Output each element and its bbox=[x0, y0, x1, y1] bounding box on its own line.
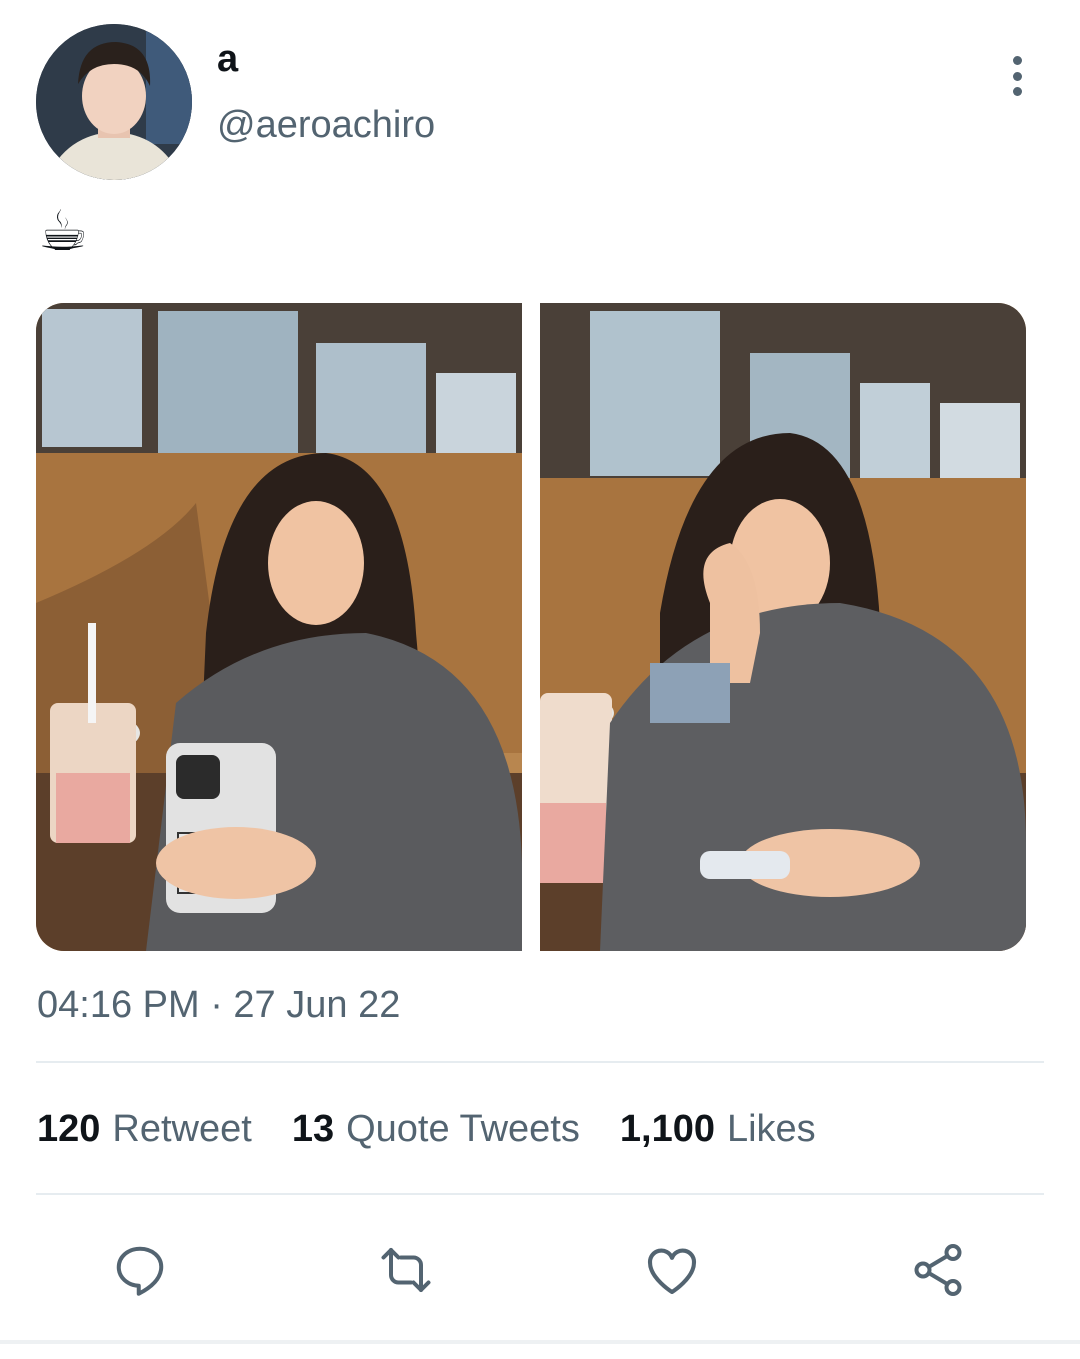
reply-button[interactable] bbox=[102, 1232, 178, 1308]
retweet-count[interactable]: 120 Retweet bbox=[37, 1108, 252, 1151]
retweet-count-value: 120 bbox=[37, 1108, 101, 1150]
tweet-photo-2[interactable] bbox=[540, 303, 1026, 951]
share-nodes-icon bbox=[914, 1244, 962, 1296]
tweet-photo-1[interactable] bbox=[36, 303, 522, 951]
retweet-count-label: Retweet bbox=[112, 1108, 252, 1150]
heart-icon bbox=[647, 1248, 697, 1295]
quote-tweets-count[interactable]: 13 Quote Tweets bbox=[292, 1108, 580, 1151]
tweet-actions bbox=[0, 1232, 1080, 1308]
vertical-dots-icon-dot bbox=[1012, 71, 1022, 81]
bottom-divider bbox=[0, 1340, 1080, 1344]
photo-1-image bbox=[36, 303, 522, 951]
share-button[interactable] bbox=[900, 1232, 976, 1308]
divider bbox=[36, 1061, 1044, 1063]
like-button[interactable] bbox=[634, 1232, 710, 1308]
vertical-dots-icon-dot bbox=[1012, 87, 1022, 96]
vertical-dots-icon bbox=[1012, 56, 1022, 65]
more-options-button[interactable] bbox=[996, 50, 1038, 102]
tweet-timestamp: 04:16 PM · 27 Jun 22 bbox=[37, 984, 401, 1026]
quote-tweets-count-label: Quote Tweets bbox=[346, 1108, 580, 1150]
tweet-text: ☕ bbox=[38, 199, 89, 264]
tweet-stats: 120 Retweet 13 Quote Tweets 1,100 Likes bbox=[37, 1108, 816, 1151]
photo-2-image bbox=[540, 303, 1026, 951]
display-name[interactable]: a bbox=[217, 38, 238, 81]
user-handle[interactable]: @aeroachiro bbox=[217, 104, 435, 147]
avatar[interactable] bbox=[36, 24, 192, 180]
likes-count[interactable]: 1,100 Likes bbox=[620, 1108, 816, 1151]
likes-count-label: Likes bbox=[726, 1108, 816, 1150]
avatar-image bbox=[36, 24, 192, 180]
retweet-arrows-icon bbox=[381, 1248, 431, 1292]
quote-tweets-count-value: 13 bbox=[291, 1108, 335, 1150]
retweet-button[interactable] bbox=[368, 1232, 444, 1308]
tweet-media bbox=[36, 303, 1026, 951]
reply-bubble-icon bbox=[116, 1246, 164, 1296]
likes-count-value: 1,100 bbox=[619, 1108, 715, 1150]
divider bbox=[36, 1193, 1044, 1195]
